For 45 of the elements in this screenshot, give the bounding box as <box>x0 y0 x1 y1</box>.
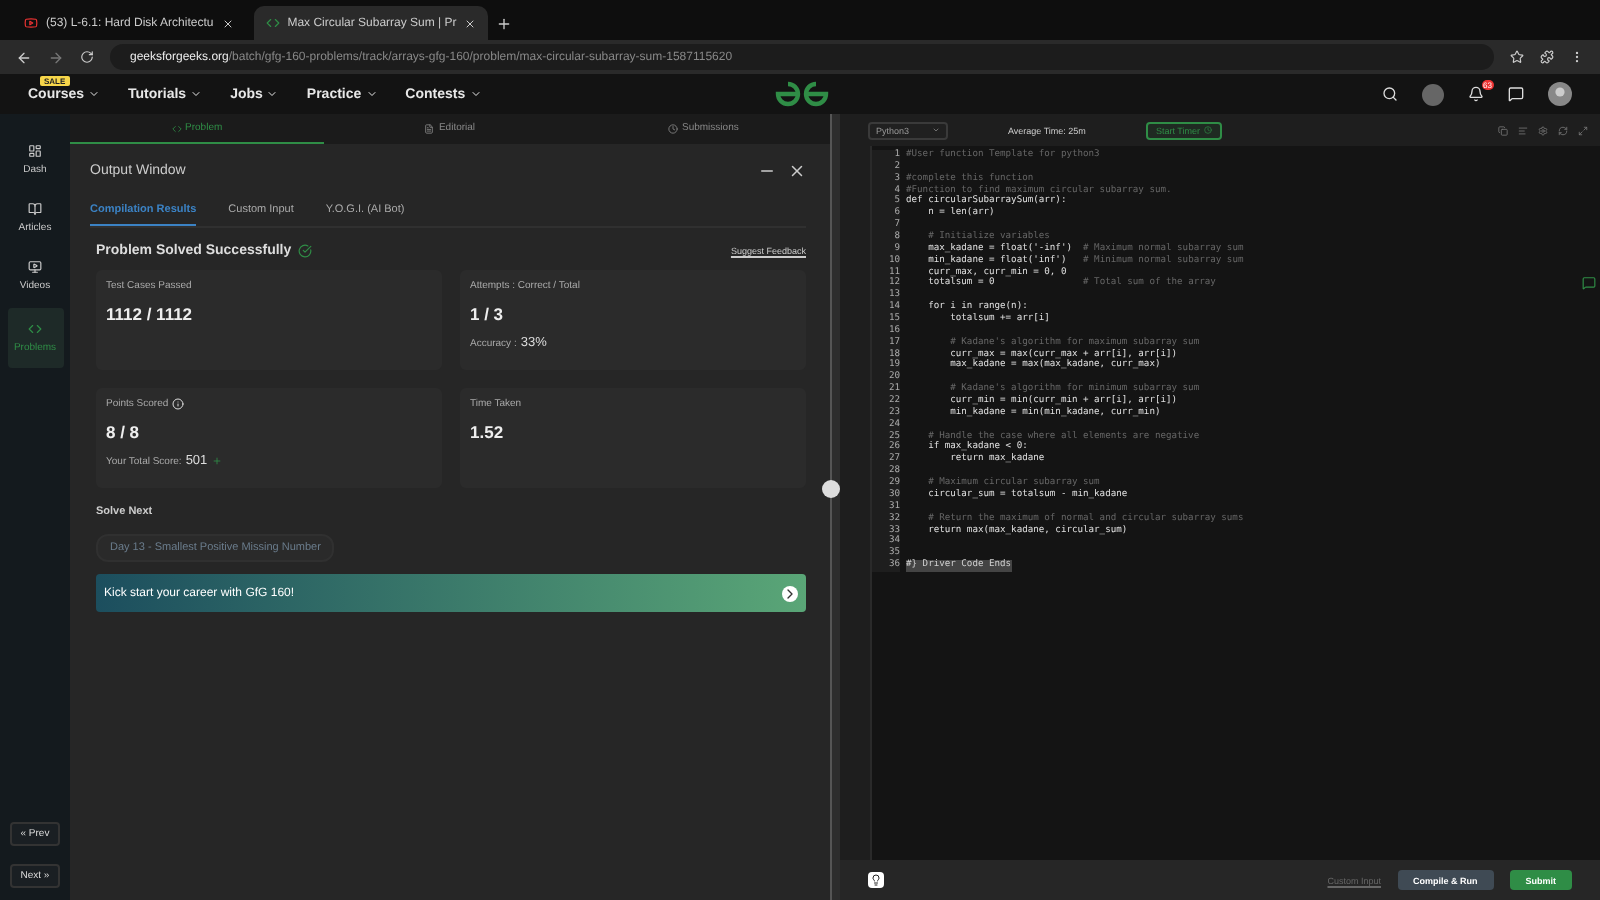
info-icon[interactable] <box>172 398 185 410</box>
document-icon <box>424 123 435 133</box>
reset-icon[interactable] <box>1558 125 1568 135</box>
notifications-icon[interactable] <box>1468 86 1484 102</box>
chevron-down-icon <box>88 88 101 100</box>
video-icon <box>28 260 42 274</box>
chevron-down-icon <box>190 88 203 100</box>
forward-icon[interactable] <box>48 49 64 65</box>
card-value: 1112 / 1112 <box>106 304 195 324</box>
card-value: 8 / 8 <box>106 422 142 442</box>
close-icon <box>788 161 806 179</box>
dashboard-icon <box>28 144 42 158</box>
fullscreen-icon[interactable] <box>1578 125 1588 135</box>
arrow-right-icon <box>782 585 798 601</box>
chevron-down-icon <box>266 88 279 100</box>
clock-icon <box>668 123 678 133</box>
check-icon <box>297 244 312 258</box>
logo-icon <box>772 80 832 108</box>
menu-icon[interactable] <box>1570 50 1584 64</box>
search-icon[interactable] <box>1382 86 1398 102</box>
close-icon[interactable] <box>464 17 477 29</box>
book-icon <box>28 202 42 216</box>
bookmark-star-icon[interactable] <box>1510 50 1524 64</box>
back-icon[interactable] <box>16 49 32 65</box>
close-icon[interactable] <box>221 17 234 29</box>
video-icon <box>24 16 38 30</box>
code-icon <box>171 123 182 133</box>
card-value: 1 / 3 <box>470 304 506 324</box>
code-icon <box>28 322 42 336</box>
chevron-down-icon <box>365 88 378 100</box>
close-button[interactable] <box>788 161 806 179</box>
hint-button[interactable] <box>868 872 884 888</box>
reload-icon[interactable] <box>80 50 94 64</box>
settings-icon[interactable] <box>1538 125 1548 135</box>
code-icon <box>265 16 280 30</box>
lightbulb-icon <box>870 874 882 886</box>
card-value: 1.52 <box>470 422 506 442</box>
chevron-down-icon <box>469 88 482 100</box>
avatar-icon[interactable] <box>1422 83 1444 105</box>
extensions-icon[interactable] <box>1540 50 1554 64</box>
clock-icon <box>1203 126 1212 134</box>
copy-icon[interactable] <box>1498 125 1508 135</box>
resize-handle[interactable] <box>822 480 840 498</box>
profile-avatar[interactable] <box>1548 82 1572 106</box>
new-tab-icon[interactable] <box>496 16 513 32</box>
